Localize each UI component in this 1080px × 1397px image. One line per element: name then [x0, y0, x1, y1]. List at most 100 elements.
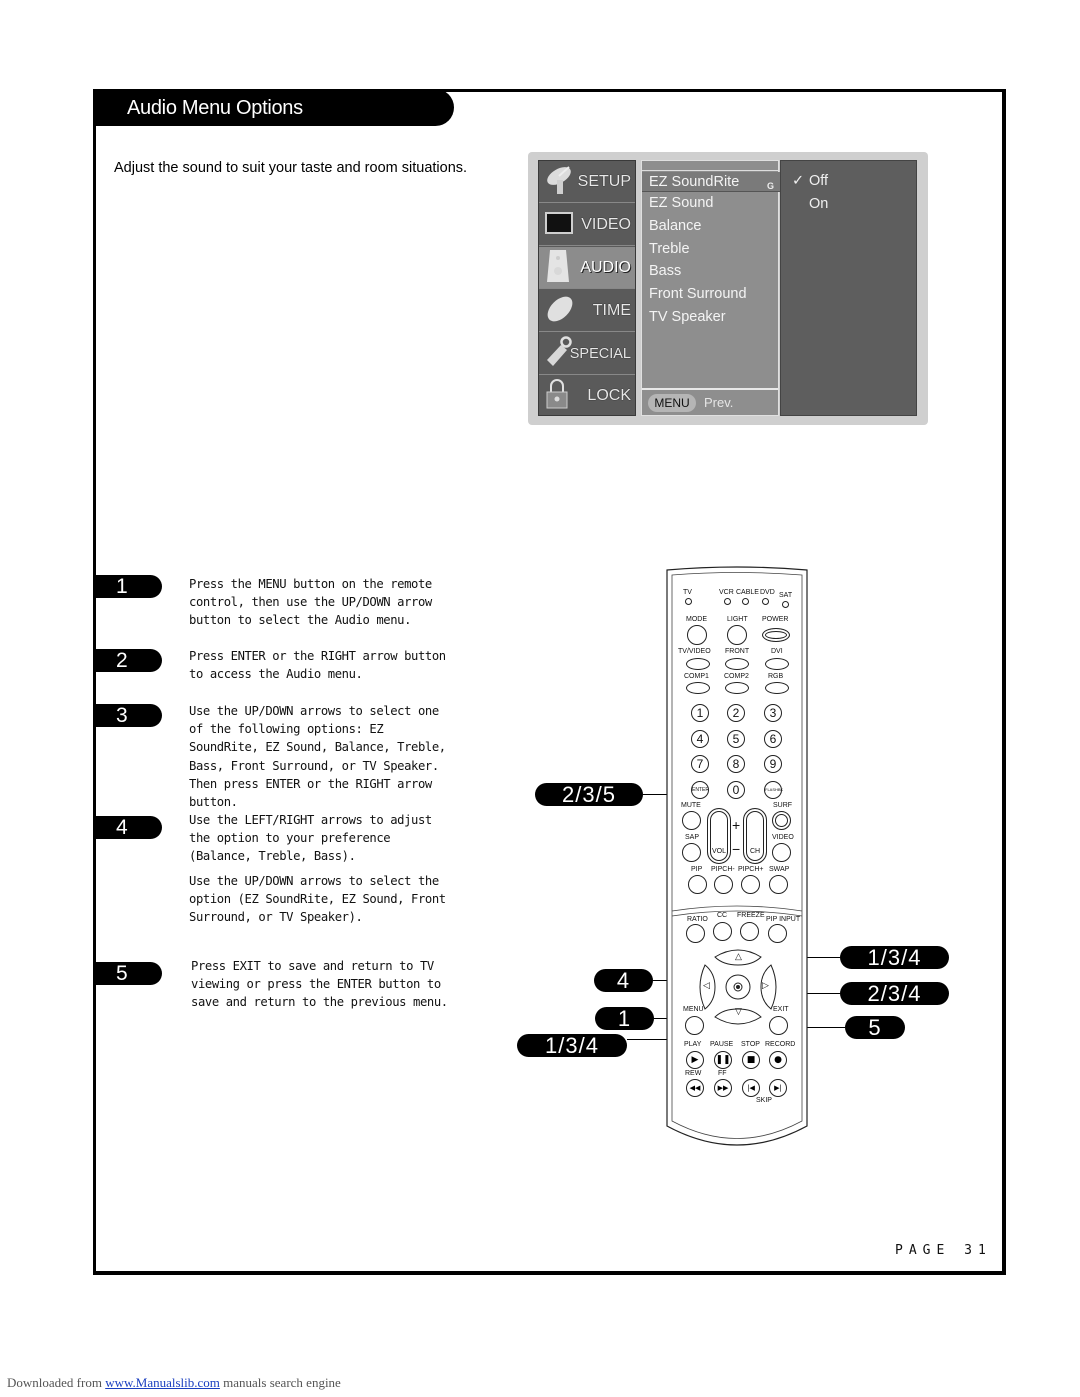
download-footer: Downloaded from www.Manualslib.com manua…: [7, 1375, 341, 1391]
manualslib-link[interactable]: www.Manualslib.com: [105, 1375, 220, 1390]
step-badge-2: 2: [96, 649, 162, 672]
tvvideo-button[interactable]: [686, 658, 710, 670]
tv-screen-icon: [545, 211, 573, 239]
freeze-button[interactable]: [740, 922, 759, 941]
comp2-button-label: COMP2: [724, 673, 749, 680]
section-title: Audio Menu Options: [127, 97, 303, 119]
menu-button[interactable]: [685, 1016, 704, 1035]
skip-forward-button[interactable]: ▶|: [769, 1079, 787, 1097]
pip-input-button[interactable]: [768, 924, 787, 943]
intro-text: Adjust the sound to suit your taste and …: [114, 160, 468, 176]
front-button-label: FRONT: [725, 648, 750, 655]
comp1-button[interactable]: [686, 682, 710, 694]
pause-label: PAUSE: [710, 1041, 734, 1048]
digit-4-button[interactable]: 4: [691, 730, 709, 748]
volume-rocker[interactable]: [707, 808, 731, 864]
pause-button[interactable]: ❚❚: [714, 1051, 732, 1069]
pip-input-button-label: PIP INPUT: [766, 916, 801, 923]
menu-prev-button[interactable]: MENU: [648, 394, 696, 412]
plus-sign: +: [732, 817, 741, 833]
dvi-button[interactable]: [765, 658, 789, 670]
option-balance[interactable]: Balance: [649, 218, 701, 234]
flashbk-button[interactable]: FLASHBK: [764, 781, 783, 799]
channel-rocker[interactable]: [743, 808, 767, 864]
footer-suffix: manuals search engine: [219, 1375, 341, 1390]
option-ez-soundrite[interactable]: EZ SoundRite G: [642, 172, 780, 192]
digit-1-button[interactable]: 1: [691, 704, 709, 722]
side-item-lock[interactable]: LOCK: [539, 375, 635, 417]
mode-vcr-label: VCR: [719, 589, 734, 596]
enter-button[interactable]: ENTER: [691, 781, 709, 799]
side-item-audio[interactable]: AUDIO: [539, 247, 635, 289]
rewind-button[interactable]: ◀◀: [686, 1079, 704, 1097]
pipch-minus-button[interactable]: [714, 875, 733, 894]
fast-forward-button[interactable]: ▶▶: [714, 1079, 732, 1097]
surf-button[interactable]: [772, 811, 791, 830]
play-button[interactable]: ▶: [686, 1051, 704, 1069]
menu-button-label: MENU: [683, 1006, 704, 1013]
side-item-video[interactable]: VIDEO: [539, 204, 635, 246]
ratio-button[interactable]: [686, 924, 705, 943]
pipch-plus-button[interactable]: [741, 875, 760, 894]
mode-sat-label: SAT: [779, 592, 793, 599]
option-treble[interactable]: Treble: [649, 241, 690, 257]
digit-3-button[interactable]: 3: [764, 704, 782, 722]
record-label: RECORD: [765, 1041, 796, 1048]
digit-8-button[interactable]: 8: [727, 755, 745, 773]
front-button[interactable]: [725, 658, 749, 670]
option-front-surround[interactable]: Front Surround: [649, 286, 747, 302]
video-button-label: VIDEO: [772, 834, 794, 841]
pip-button[interactable]: [688, 875, 707, 894]
side-item-time[interactable]: TIME: [539, 290, 635, 332]
mode-button-label: MODE: [686, 616, 707, 623]
freeze-button-label: FREEZE: [737, 912, 765, 919]
video-button[interactable]: [772, 843, 791, 862]
digit-7-button[interactable]: 7: [691, 755, 709, 773]
value-on[interactable]: On: [809, 196, 828, 212]
digit-9-button[interactable]: 9: [764, 755, 782, 773]
sap-button[interactable]: [682, 843, 701, 862]
footer-prefix: Downloaded from: [7, 1375, 106, 1390]
power-button[interactable]: [762, 628, 790, 642]
selected-indicator: G: [766, 181, 774, 191]
swap-button[interactable]: [769, 875, 788, 894]
value-off[interactable]: Off: [809, 173, 828, 189]
mode-button[interactable]: [687, 625, 707, 645]
side-item-setup[interactable]: SETUP: [539, 161, 635, 203]
callout-up: 1/3/4: [840, 946, 949, 969]
play-label: PLAY: [684, 1041, 702, 1048]
check-icon: ✓: [792, 173, 805, 189]
satellite-dish-icon: [545, 164, 575, 200]
step-badge-3: 3: [96, 704, 162, 727]
rgb-button[interactable]: [765, 682, 789, 694]
minus-sign: −: [732, 841, 741, 857]
mute-button-label: MUTE: [681, 802, 701, 809]
exit-button[interactable]: [769, 1016, 788, 1035]
callout-right: 2/3/4: [840, 982, 949, 1005]
digit-6-button[interactable]: 6: [764, 730, 782, 748]
callout-menu: 1: [595, 1007, 654, 1030]
side-label: VIDEO: [581, 215, 631, 233]
skip-back-button[interactable]: |◀: [742, 1079, 760, 1097]
step-text-4: Use the LEFT/RIGHT arrows to adjust the …: [189, 813, 432, 864]
exit-button-label: EXIT: [773, 1006, 789, 1013]
mute-button[interactable]: [682, 811, 701, 830]
digit-2-button[interactable]: 2: [727, 704, 745, 722]
stop-button[interactable]: ■: [742, 1051, 760, 1069]
step-text-5: Press EXIT to save and return to TV view…: [191, 959, 448, 1010]
option-bass[interactable]: Bass: [649, 263, 681, 279]
light-button[interactable]: [727, 625, 747, 645]
stop-label: STOP: [741, 1041, 760, 1048]
led-sat: [782, 601, 789, 608]
record-button[interactable]: ●: [769, 1051, 787, 1069]
comp2-button[interactable]: [725, 682, 749, 694]
digit-0-button[interactable]: 0: [727, 781, 745, 799]
pipch-minus-label: PIPCH-: [711, 866, 735, 873]
tvvideo-button-label: TV/VIDEO: [678, 648, 711, 655]
side-item-special[interactable]: SPECIAL: [539, 333, 635, 375]
cc-button[interactable]: [713, 922, 732, 941]
osd-list-top-strip: [642, 161, 778, 171]
option-ez-sound[interactable]: EZ Sound: [649, 195, 714, 211]
option-tv-speaker[interactable]: TV Speaker: [649, 309, 726, 325]
digit-5-button[interactable]: 5: [727, 730, 745, 748]
